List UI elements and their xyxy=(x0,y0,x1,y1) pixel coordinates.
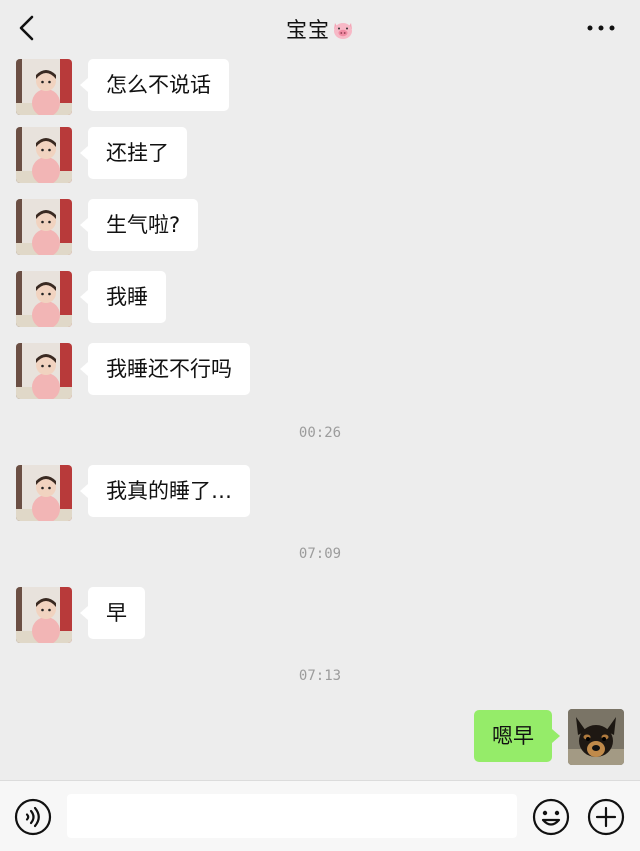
timestamp: 07:09 xyxy=(298,546,342,562)
message-input[interactable] xyxy=(67,794,517,838)
dog-photo-icon xyxy=(568,709,624,765)
message-bubble[interactable]: 我睡 xyxy=(80,271,166,323)
emoji-icon[interactable] xyxy=(532,798,570,836)
contact-avatar[interactable] xyxy=(16,271,72,327)
child-photo-icon xyxy=(16,465,72,521)
child-photo-icon xyxy=(16,127,72,183)
contact-avatar[interactable] xyxy=(16,587,72,643)
child-photo-icon xyxy=(16,271,72,327)
contact-avatar[interactable] xyxy=(16,127,72,183)
contact-avatar[interactable] xyxy=(16,343,72,399)
contact-avatar[interactable] xyxy=(16,59,72,115)
child-photo-icon xyxy=(16,587,72,643)
timestamp: 07:13 xyxy=(298,668,342,684)
message-bubble[interactable]: 嗯早 xyxy=(474,710,560,762)
timestamp: 00:26 xyxy=(298,425,342,441)
plus-icon[interactable] xyxy=(587,798,625,836)
message-bubble[interactable]: 生气啦? xyxy=(79,199,199,251)
message-bubble[interactable]: 早 xyxy=(80,587,145,639)
contact-avatar[interactable] xyxy=(16,465,72,521)
child-photo-icon xyxy=(16,199,72,255)
chat-title: 宝宝 xyxy=(0,14,640,44)
message-bubble[interactable]: 我睡还不行吗 xyxy=(80,343,250,395)
message-bubble[interactable]: 我真的睡了… xyxy=(80,465,250,517)
message-bubble[interactable]: 怎么不说话 xyxy=(80,59,229,111)
chat-header: 宝宝 xyxy=(0,0,640,56)
voice-icon[interactable] xyxy=(14,798,52,836)
my-avatar[interactable] xyxy=(568,709,624,765)
contact-avatar[interactable] xyxy=(16,199,72,255)
input-bar xyxy=(0,780,640,851)
more-dots-icon[interactable] xyxy=(586,22,616,34)
contact-name: 宝宝 xyxy=(286,18,330,42)
child-photo-icon xyxy=(16,59,72,115)
child-photo-icon xyxy=(16,343,72,399)
message-bubble[interactable]: 还挂了 xyxy=(80,127,187,179)
pig-face-icon xyxy=(334,23,352,39)
message-list[interactable]: 怎么不说话 还挂了 生气啦? 我睡 我睡还不行吗 00:26 我真的睡了… 07… xyxy=(0,56,640,780)
